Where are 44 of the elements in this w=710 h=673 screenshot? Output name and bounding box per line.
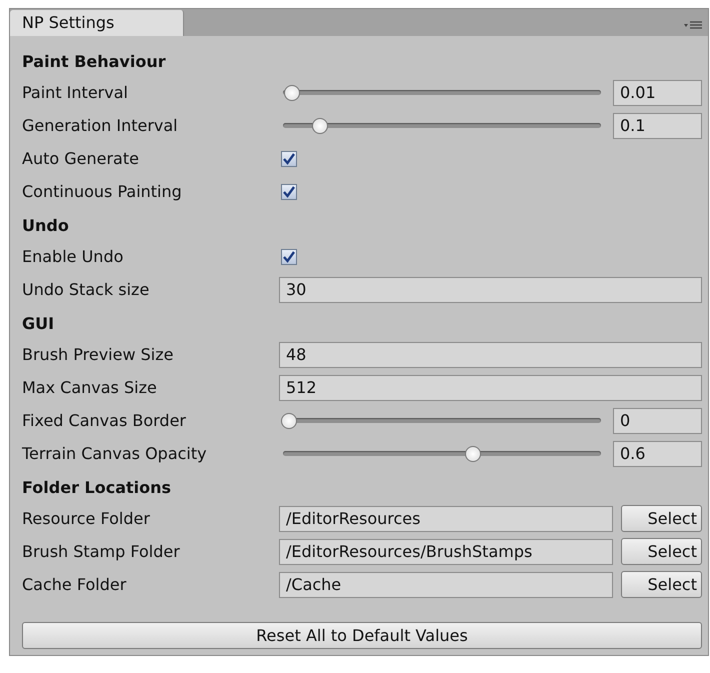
field-label: Brush Preview Size (22, 345, 174, 364)
field-label: Undo Stack size (22, 280, 150, 299)
number-field[interactable]: 0.1 (613, 112, 702, 138)
select-button[interactable]: Select (621, 571, 702, 598)
settings-tab[interactable]: NP Settings (10, 10, 184, 36)
number-field[interactable]: 0.6 (613, 440, 702, 466)
checkbox[interactable] (281, 184, 297, 200)
field-label: Continuous Painting (22, 182, 183, 201)
field-label: Fixed Canvas Border (22, 411, 187, 430)
slider-thumb[interactable] (464, 446, 481, 462)
slider-thumb[interactable] (281, 412, 297, 428)
field-label: Enable Undo (22, 247, 124, 266)
slider[interactable] (281, 444, 603, 462)
slider[interactable] (281, 412, 603, 430)
input-field[interactable]: 30 (279, 276, 702, 302)
input-field[interactable]: 48 (279, 342, 702, 368)
slider-thumb[interactable] (312, 118, 328, 134)
number-field[interactable]: 0 (613, 408, 702, 434)
slider[interactable] (281, 84, 603, 102)
field-label: Max Canvas Size (22, 378, 158, 397)
section-heading: Paint Behaviour (22, 50, 167, 72)
slider-thumb[interactable] (284, 84, 300, 100)
path-field[interactable]: /EditorResources (279, 506, 613, 532)
field-label: Resource Folder (22, 509, 151, 528)
section-heading: Undo (22, 214, 70, 236)
select-button[interactable]: Select (621, 538, 702, 565)
slider[interactable] (281, 116, 603, 134)
field-label: Generation Interval (22, 116, 179, 135)
checkbox[interactable] (281, 150, 297, 166)
field-label: Cache Folder (22, 575, 128, 594)
section-heading: Folder Locations (22, 476, 172, 498)
checkbox[interactable] (281, 248, 297, 264)
number-field[interactable]: 0.01 (613, 80, 702, 106)
path-field[interactable]: /EditorResources/BrushStamps (279, 538, 613, 564)
field-label: Terrain Canvas Opacity (22, 444, 208, 463)
input-field[interactable]: 512 (279, 374, 702, 400)
menu-icon[interactable] (684, 20, 702, 30)
field-label: Brush Stamp Folder (22, 542, 181, 561)
select-button[interactable]: Select (621, 505, 702, 532)
reset-button[interactable]: Reset All to Default Values (22, 622, 702, 649)
section-heading: GUI (22, 312, 56, 334)
path-field[interactable]: /Cache (279, 572, 613, 598)
field-label: Paint Interval (22, 83, 129, 102)
field-label: Auto Generate (22, 149, 140, 168)
